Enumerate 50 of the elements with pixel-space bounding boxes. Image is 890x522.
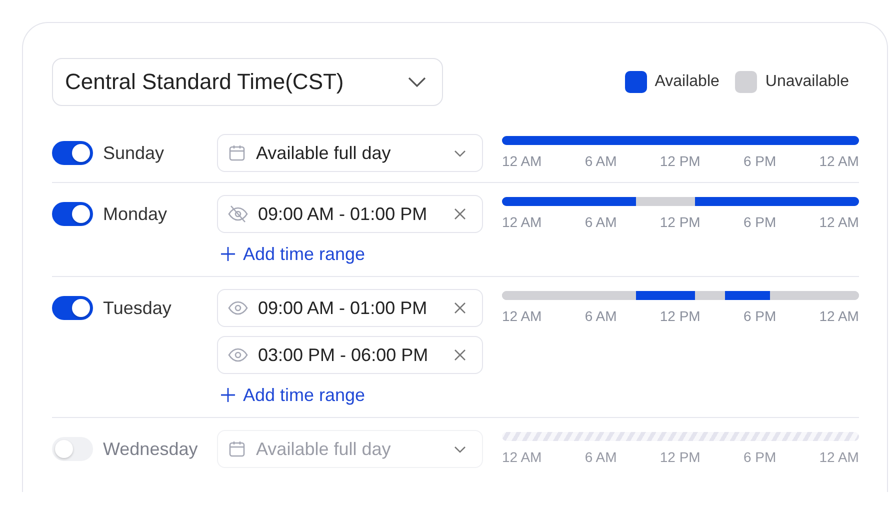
legend-label: Available xyxy=(654,73,720,91)
eye-icon[interactable] xyxy=(228,348,248,362)
chevron-down-icon xyxy=(454,150,466,156)
availability-select[interactable]: Available full day xyxy=(217,134,483,172)
close-icon[interactable] xyxy=(454,302,466,314)
time-axis-label: 12 AM xyxy=(502,153,542,169)
time-axis-label: 6 PM xyxy=(743,214,776,230)
chevron-down-icon xyxy=(408,77,426,87)
add-time-range-link[interactable]: Add time range xyxy=(217,383,366,407)
legend-label: Unavailable xyxy=(765,73,849,91)
time-axis-label: 6 AM xyxy=(584,449,617,465)
time-axis-label: 6 AM xyxy=(584,214,617,230)
time-axis-label: 12 AM xyxy=(819,153,859,169)
calendar-icon xyxy=(228,440,246,458)
day-label: Tuesday xyxy=(103,298,172,318)
time-axis-label: 12 PM xyxy=(660,214,700,230)
time-axis-label: 12 PM xyxy=(660,449,700,465)
day-label: Sunday xyxy=(103,142,164,164)
time-axis-label: 6 PM xyxy=(743,449,776,465)
close-icon[interactable] xyxy=(454,349,466,361)
timezone-select[interactable]: Central Standard Time(CST) xyxy=(52,58,443,106)
eye-icon[interactable] xyxy=(228,301,248,315)
time-axis-label: 12 AM xyxy=(502,214,542,230)
toggle-switch[interactable] xyxy=(52,296,93,320)
time-axis-label: 12 PM xyxy=(660,153,700,169)
time-axis-label: 12 AM xyxy=(502,449,542,465)
day-label: Wednesday xyxy=(103,438,198,460)
toggle-switch[interactable] xyxy=(52,437,93,461)
toggle-switch[interactable] xyxy=(52,202,93,226)
time-axis-label: 12 PM xyxy=(660,308,700,324)
chevron-down-icon xyxy=(454,446,466,452)
calendar-icon xyxy=(228,144,246,162)
time-range-field[interactable]: 09:00 AM - 01:00 PM xyxy=(217,195,483,233)
eye-slash-icon[interactable] xyxy=(228,205,248,223)
time-axis-label: 12 AM xyxy=(819,308,859,324)
time-axis-label: 6 AM xyxy=(584,308,617,324)
time-axis-label: 12 AM xyxy=(819,214,859,230)
time-axis-label: 6 AM xyxy=(584,153,617,169)
time-axis-label: 6 PM xyxy=(743,153,776,169)
time-axis-label: 12 AM xyxy=(502,308,542,324)
plus-icon xyxy=(221,388,235,402)
time-range-field[interactable]: 09:00 AM - 01:00 PM xyxy=(217,289,483,327)
day-label: Monday xyxy=(103,204,168,224)
add-time-range-link[interactable]: Add time range xyxy=(217,242,366,266)
close-icon[interactable] xyxy=(454,208,466,220)
time-axis-label: 12 AM xyxy=(819,449,859,465)
plus-icon xyxy=(221,247,235,261)
time-axis-label: 6 PM xyxy=(743,308,776,324)
toggle-switch[interactable] xyxy=(52,141,93,165)
time-range-field[interactable]: 03:00 PM - 06:00 PM xyxy=(217,336,483,374)
